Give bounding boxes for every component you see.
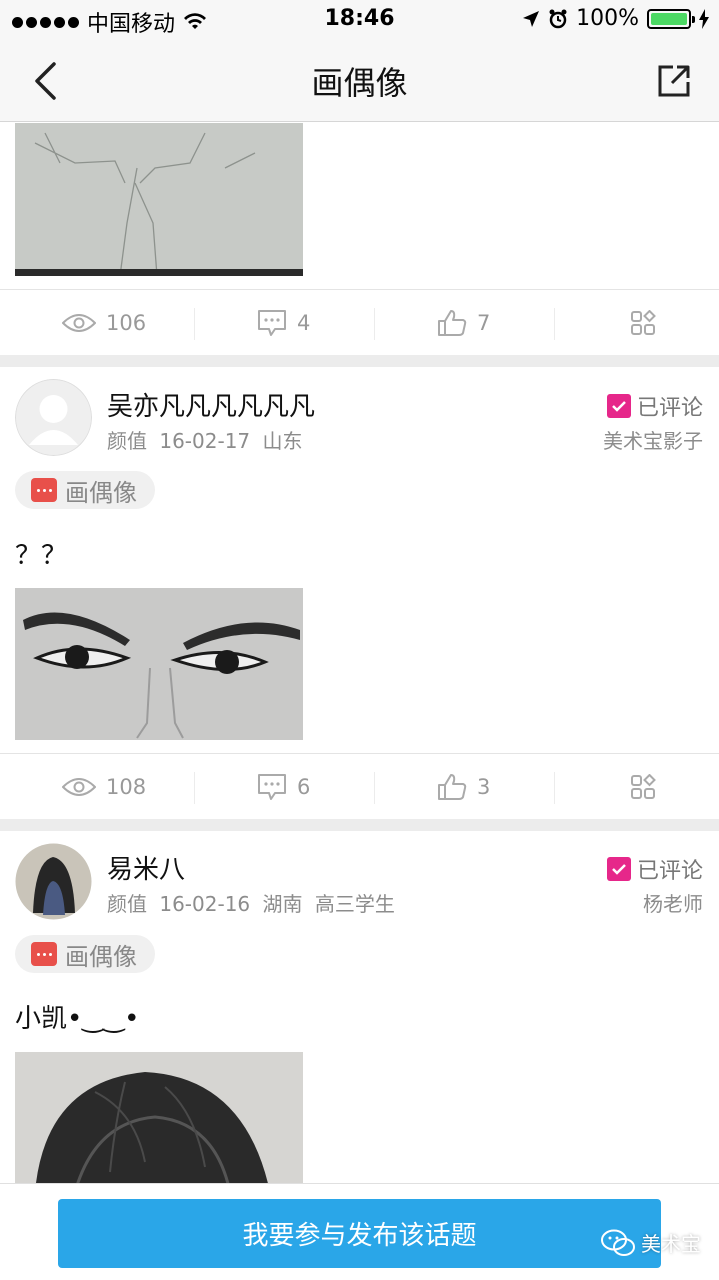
like-button[interactable]: 3 <box>437 754 490 820</box>
bottom-bar: 我要参与发布该话题 美术宝 <box>0 1183 719 1280</box>
grid-icon <box>631 774 656 799</box>
reviewer-name[interactable]: 杨老师 <box>643 888 703 917</box>
battery-percent: 100% <box>576 6 639 31</box>
alarm-icon <box>549 9 567 28</box>
post-1-stats: 106 4 7 <box>0 289 719 355</box>
post-feed[interactable]: 106 4 7 吴亦凡凡凡凡凡凡 颜值 16-02-17 山东 已评论 美术宝影… <box>0 123 719 1183</box>
thumbs-up-icon <box>438 310 467 336</box>
reviewer-name[interactable]: 美术宝影子 <box>603 425 703 454</box>
location-arrow-icon <box>523 10 540 27</box>
reviewed-check-icon <box>606 857 631 881</box>
charging-icon <box>699 8 709 29</box>
reviewed-badge: 已评论 <box>606 390 703 422</box>
post-2-stats: 108 6 3 <box>0 753 719 819</box>
thumbs-up-icon <box>438 774 467 800</box>
eye-icon <box>62 778 96 796</box>
post-image-hair[interactable] <box>15 1052 303 1183</box>
post-meta: 颜值 16-02-17 山东 <box>107 429 303 453</box>
chat-bubble-icon <box>31 478 57 502</box>
battery-icon <box>647 8 695 29</box>
page-title: 画偶像 <box>311 64 408 102</box>
status-bar: 中国移动 18:46 100% <box>0 0 719 40</box>
comment-icon <box>258 310 286 336</box>
comment-icon <box>258 774 286 800</box>
view-count: 106 <box>62 290 146 356</box>
reviewed-check-icon <box>606 394 631 418</box>
post-image-eyes[interactable] <box>15 588 303 740</box>
post-separator <box>0 355 719 367</box>
watermark: 美术宝 <box>601 1228 701 1257</box>
eye-icon <box>62 314 96 332</box>
user-name[interactable]: 吴亦凡凡凡凡凡凡 <box>107 386 315 423</box>
post-image-sketch[interactable] <box>15 123 303 276</box>
comment-button[interactable]: 6 <box>257 754 310 820</box>
like-button[interactable]: 7 <box>437 290 490 356</box>
post-separator <box>0 819 719 831</box>
nav-bar: 画偶像 <box>0 40 719 122</box>
wechat-icon <box>601 1229 635 1256</box>
status-right: 100% <box>522 6 709 31</box>
post-text: 小凯•‿‿• <box>15 1004 140 1034</box>
view-count: 108 <box>62 754 146 820</box>
more-button[interactable] <box>630 754 656 820</box>
topic-tag[interactable]: 画偶像 <box>15 935 155 973</box>
avatar[interactable] <box>15 379 92 456</box>
post-meta: 颜值 16-02-16 湖南 高三学生 <box>107 892 395 916</box>
publish-topic-button[interactable]: 我要参与发布该话题 <box>58 1199 661 1268</box>
reviewed-badge: 已评论 <box>606 853 703 885</box>
chat-bubble-icon <box>31 942 57 966</box>
user-name[interactable]: 易米八 <box>107 849 185 886</box>
more-button[interactable] <box>630 290 656 356</box>
share-icon <box>658 65 690 97</box>
screen: 中国移动 18:46 100% 画偶像 106 4 7 吴亦凡凡凡凡凡凡 颜值 … <box>0 0 719 1280</box>
share-button[interactable] <box>649 56 699 106</box>
avatar[interactable] <box>15 843 92 920</box>
comment-button[interactable]: 4 <box>257 290 310 356</box>
post-text: ？？ <box>15 541 68 571</box>
grid-icon <box>631 310 656 335</box>
topic-tag[interactable]: 画偶像 <box>15 471 155 509</box>
